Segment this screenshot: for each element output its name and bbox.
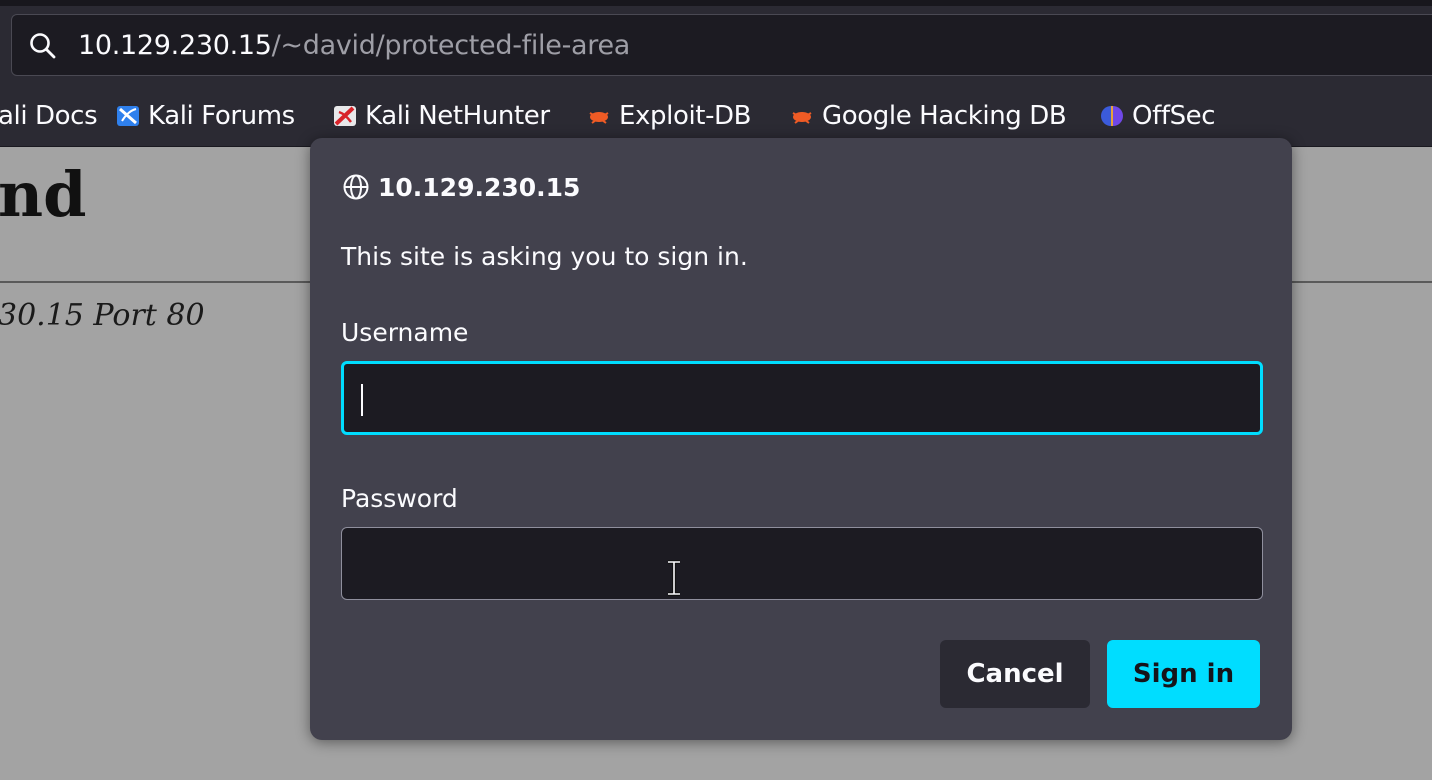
sign-in-button[interactable]: Sign in [1107, 640, 1260, 708]
offsec-icon [1101, 106, 1123, 126]
bookmark-kali-nethunter[interactable]: Kali NetHunter [333, 94, 550, 138]
bookmark-label: Exploit-DB [619, 101, 752, 131]
password-input[interactable] [341, 527, 1263, 600]
url-text[interactable]: 10.129.230.15/~david/protected-file-area [78, 15, 630, 77]
page-address-line: 30.15 Port 80 [0, 298, 205, 333]
kali-forums-icon [117, 106, 139, 126]
ghdb-icon [792, 112, 812, 124]
page-heading: nd [0, 158, 87, 231]
text-cursor-icon [668, 560, 680, 596]
bookmark-kali-docs[interactable]: ali Docs [0, 94, 98, 138]
browser-toolbar: 10.129.230.15/~david/protected-file-area… [0, 6, 1432, 147]
bookmark-label: Google Hacking DB [822, 101, 1067, 131]
dialog-origin: 10.129.230.15 [342, 170, 580, 204]
dialog-message: This site is asking you to sign in. [341, 242, 748, 271]
username-label: Username [341, 318, 469, 347]
bookmark-kali-forums[interactable]: Kali Forums [116, 94, 295, 138]
url-path: /~david/protected-file-area [271, 30, 631, 61]
search-icon [30, 33, 56, 59]
bookmark-exploit-db[interactable]: Exploit-DB [587, 94, 752, 138]
address-bar[interactable]: 10.129.230.15/~david/protected-file-area [11, 14, 1432, 76]
bookmark-label: Kali NetHunter [365, 101, 550, 131]
globe-icon [343, 174, 369, 200]
exploit-db-icon [589, 112, 609, 124]
bookmark-google-hacking-db[interactable]: Google Hacking DB [790, 94, 1067, 138]
password-label: Password [341, 484, 458, 513]
bookmarks-toolbar: ali Docs Kali Forums Kali NetHunter Expl… [0, 94, 1432, 138]
bookmark-label: ali Docs [0, 101, 98, 131]
bookmark-label: Kali Forums [148, 101, 295, 131]
auth-dialog: 10.129.230.15 This site is asking you to… [310, 138, 1292, 740]
username-input[interactable] [341, 361, 1263, 435]
bookmark-offsec[interactable]: OffSec [1100, 94, 1216, 138]
origin-text: 10.129.230.15 [378, 172, 581, 202]
url-host: 10.129.230.15 [78, 30, 272, 61]
cancel-button[interactable]: Cancel [940, 640, 1090, 708]
bookmark-label: OffSec [1132, 101, 1216, 131]
kali-nethunter-icon [334, 106, 356, 126]
text-caret [361, 384, 363, 416]
